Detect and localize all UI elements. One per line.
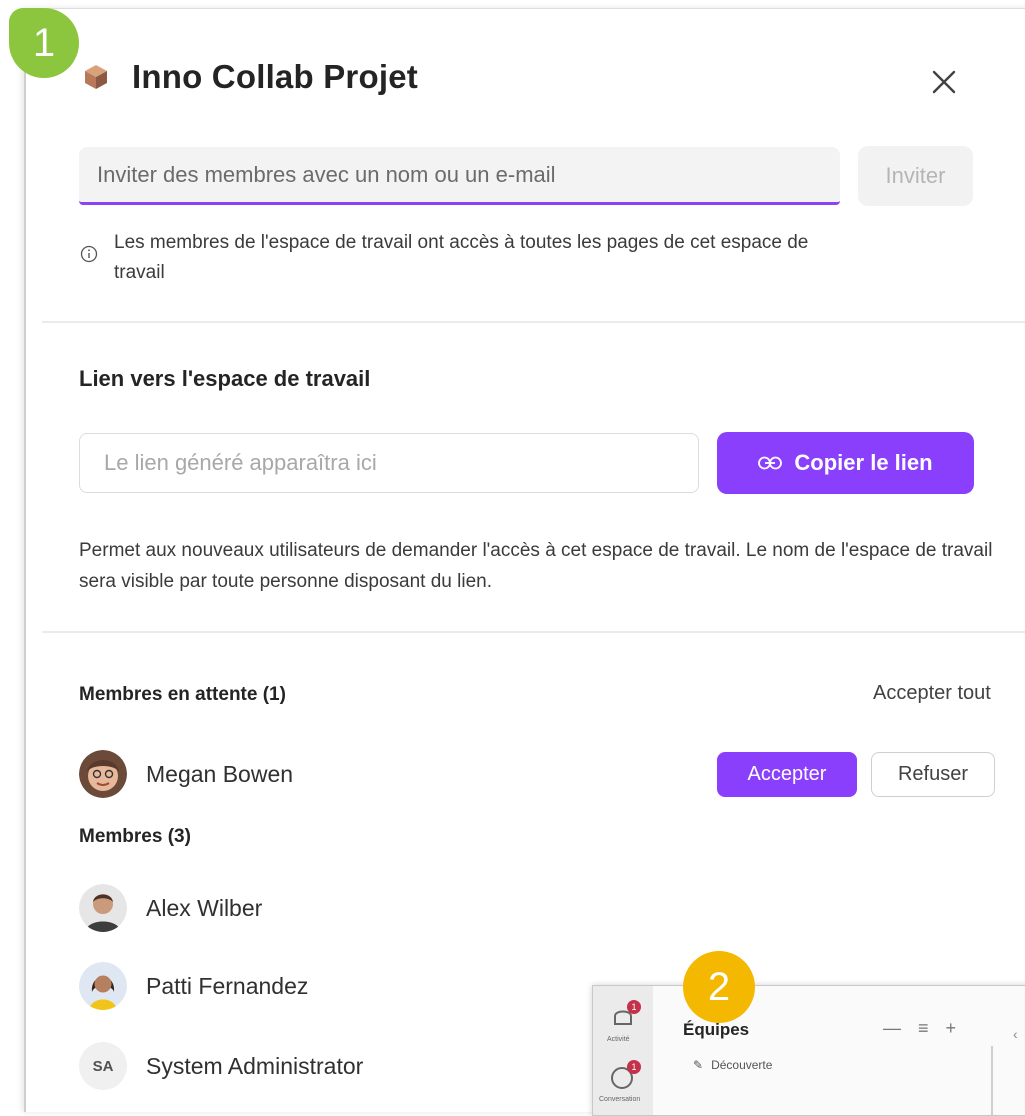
member-name: Megan Bowen <box>146 760 294 787</box>
member-name: System Administrator <box>146 1052 364 1079</box>
discover-label: Découverte <box>711 1058 773 1072</box>
invite-button[interactable]: Inviter <box>858 146 973 206</box>
teams-inset-screenshot: 1 Activité 1 Conversation Équipes — ≡ + … <box>592 985 1025 1116</box>
info-icon <box>80 245 98 263</box>
people-icon: ✎ <box>693 1058 704 1072</box>
dialog-header: Inno Collab Projet <box>82 58 418 96</box>
accept-button[interactable]: Accepter <box>717 752 857 797</box>
link-section-title: Lien vers l'espace de travail <box>79 366 371 391</box>
avatar-initials: SA <box>79 1042 127 1090</box>
teams-toolbar: — ≡ + <box>883 1018 963 1038</box>
pending-member-row: Megan Bowen <box>79 750 293 798</box>
app-rail: 1 Activité 1 Conversation <box>593 986 653 1115</box>
avatar <box>79 750 127 798</box>
invite-info-text: Les membres de l'espace de travail ont a… <box>114 232 809 283</box>
dialog-title: Inno Collab Projet <box>132 58 418 95</box>
refuse-button[interactable]: Refuser <box>871 752 995 797</box>
member-row: SA System Administrator <box>79 1042 363 1090</box>
step-badge-1: 1 <box>9 8 79 78</box>
member-row: Alex Wilber <box>79 884 262 932</box>
member-name: Patti Fernandez <box>146 972 309 999</box>
step-badge-1-label: 1 <box>32 20 56 65</box>
invite-members-input[interactable] <box>79 147 840 205</box>
close-icon <box>932 70 956 94</box>
link-description: Permet aux nouveaux utilisateurs de dema… <box>79 540 993 592</box>
teams-title: Équipes <box>683 1020 750 1039</box>
discover-item: ✎ Découverte <box>693 1058 772 1072</box>
close-button[interactable] <box>924 62 964 102</box>
chat-count-badge: 1 <box>627 1060 641 1074</box>
member-row: Patti Fernandez <box>79 962 308 1010</box>
step-badge-2: 2 <box>683 951 755 1023</box>
copy-link-label: Copier le lien <box>794 450 933 475</box>
workspace-link-field[interactable] <box>79 433 699 493</box>
cube-icon <box>85 65 107 89</box>
step-badge-2-label: 2 <box>707 964 731 1009</box>
back-icon: ‹ <box>1013 1026 1018 1042</box>
avatar <box>79 884 127 932</box>
link-icon <box>758 456 783 470</box>
rail-label-activity: Activité <box>607 1036 630 1043</box>
copy-link-button[interactable]: Copier le lien <box>717 432 974 494</box>
member-name: Alex Wilber <box>146 894 263 921</box>
section-divider <box>42 631 1025 633</box>
invite-info: Les membres de l'espace de travail ont a… <box>80 228 834 288</box>
pending-members-title: Membres en attente (1) <box>79 684 286 705</box>
accept-all-link[interactable]: Accepter tout <box>873 682 991 705</box>
rail-label-chat: Conversation <box>599 1096 641 1103</box>
members-title: Membres (3) <box>79 826 191 847</box>
avatar <box>79 962 127 1010</box>
activity-count-badge: 1 <box>627 1000 641 1014</box>
section-divider <box>42 321 1025 323</box>
inset-divider <box>991 1046 993 1115</box>
